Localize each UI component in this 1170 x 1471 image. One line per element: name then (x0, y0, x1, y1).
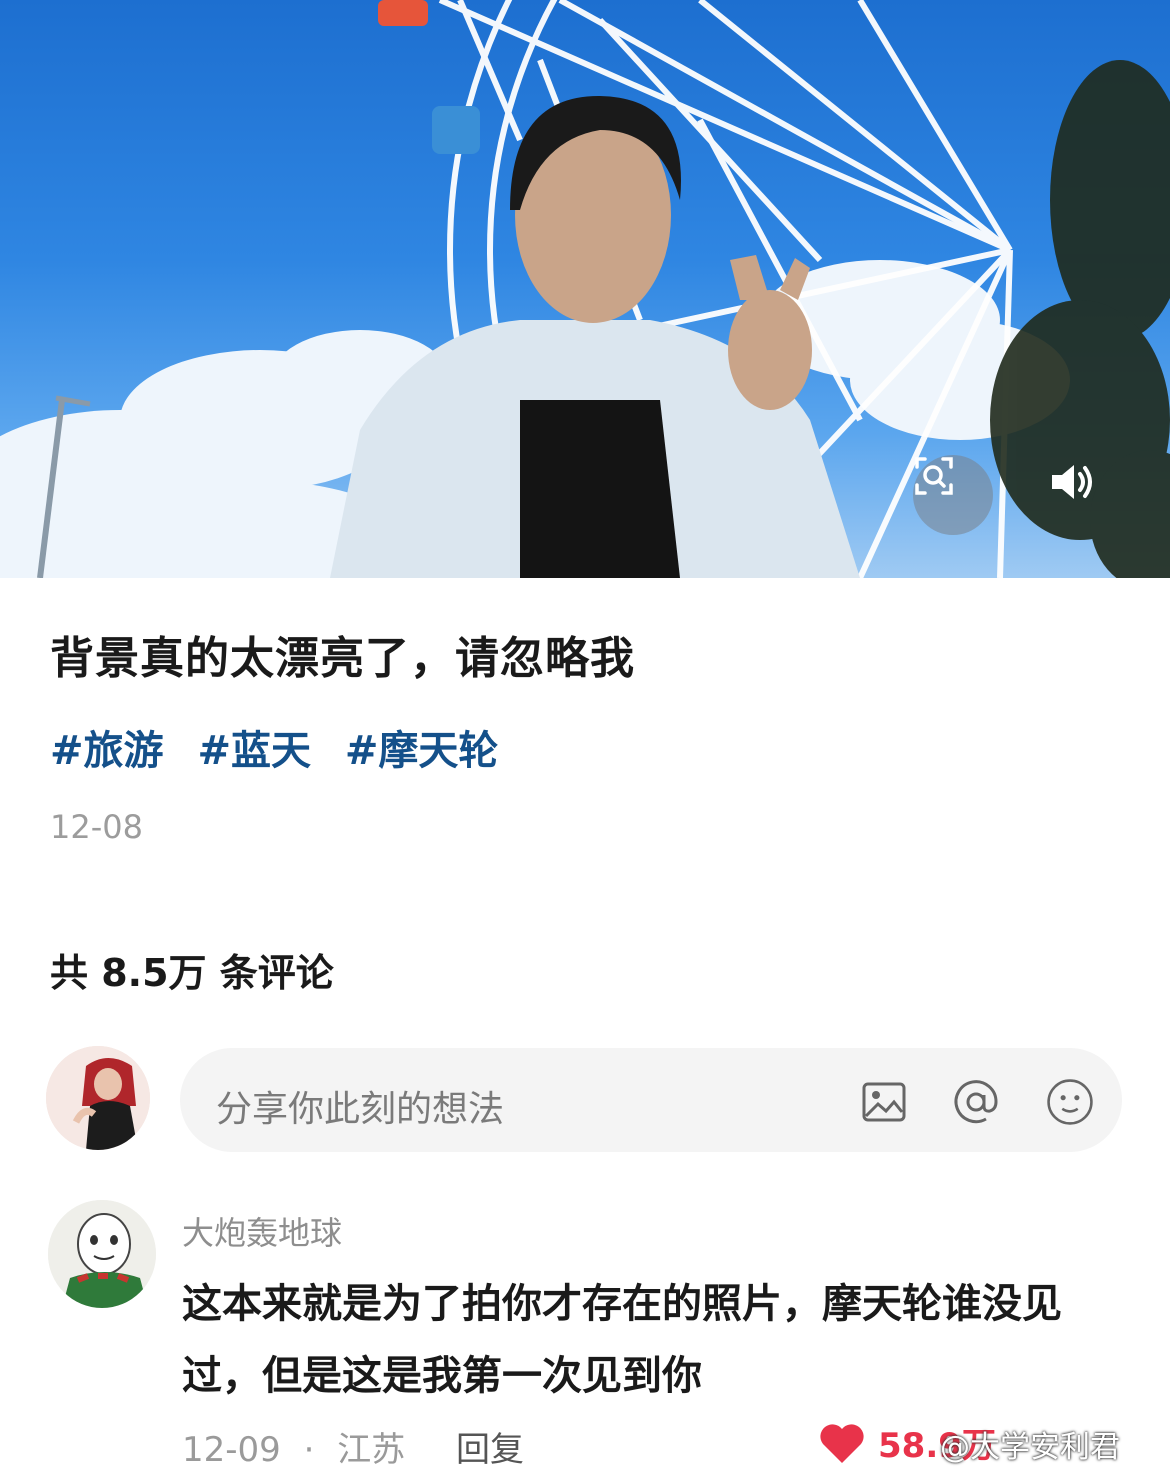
image-icon[interactable] (860, 1078, 908, 1126)
heart-icon (820, 1423, 864, 1463)
photo-scene (0, 0, 1170, 578)
commenter-username[interactable]: 大炮轰地球 (182, 1208, 342, 1254)
at-icon[interactable] (952, 1078, 1000, 1126)
comment-location: 江苏 (337, 1430, 406, 1470)
meta-separator: · (303, 1430, 315, 1470)
comment-text: 这本来就是为了拍你才存在的照片，摩天轮谁没见过，但是这是我第一次见到你 (182, 1281, 1062, 1399)
image-search-button[interactable] (913, 455, 993, 535)
reply-button[interactable]: 回复 (456, 1430, 524, 1470)
my-avatar[interactable] (46, 1046, 150, 1150)
tag-blue-sky[interactable]: #蓝天 (197, 728, 311, 774)
speaker-icon (1052, 465, 1092, 499)
post-title: 背景真的太漂亮了，请忽略我 (50, 633, 635, 684)
tag-ferris-wheel[interactable]: #摩天轮 (345, 728, 499, 774)
scan-icon (915, 457, 953, 495)
comment-input-placeholder: 分享你此刻的想法 (216, 1089, 505, 1130)
watermark: @大学安利君 (940, 1430, 1120, 1465)
post-tags: #旅游 #蓝天 #摩天轮 (50, 718, 518, 776)
commenter-avatar[interactable] (48, 1200, 156, 1308)
comment-input[interactable]: 分享你此刻的想法 (180, 1048, 1122, 1152)
sound-toggle-button[interactable] (1048, 460, 1126, 534)
post-photo[interactable] (0, 0, 1170, 578)
tag-travel[interactable]: #旅游 (50, 728, 164, 774)
avatar-image (46, 1046, 150, 1150)
comment-date: 12-09 (182, 1430, 281, 1470)
comment-count: 共 8.5万 条评论 (50, 951, 334, 995)
emoji-icon[interactable] (1046, 1078, 1094, 1126)
comment-meta: 12-09 · 江苏 回复 (182, 1422, 524, 1471)
post-date: 12-08 (50, 808, 143, 846)
avatar-image (48, 1200, 156, 1308)
